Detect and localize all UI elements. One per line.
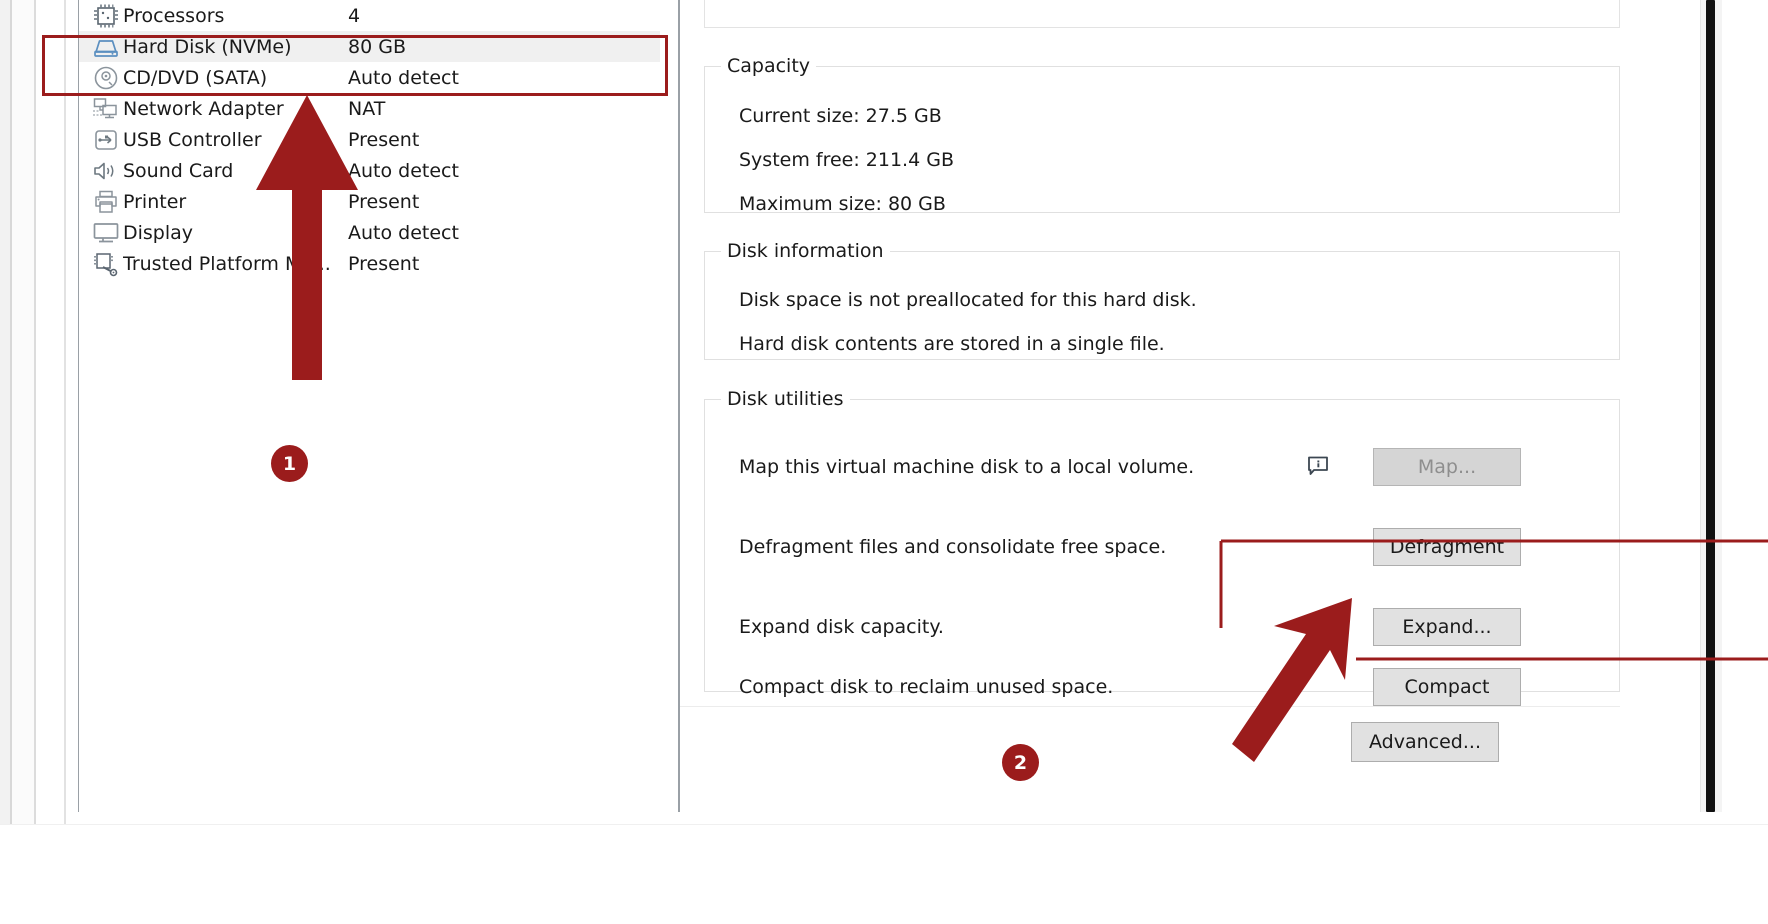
device-row-network-adapter[interactable]: Network Adapter NAT <box>79 93 660 124</box>
capacity-legend: Capacity <box>721 55 816 77</box>
processor-icon <box>89 1 123 31</box>
device-row-usb-controller[interactable]: USB Controller Present <box>79 124 660 155</box>
window-inner-strip <box>12 0 34 824</box>
cd-dvd-icon <box>89 63 123 93</box>
device-label: Printer <box>123 191 348 213</box>
pane-separator <box>680 706 1620 707</box>
device-row-trusted-platform-module[interactable]: Trusted Platform Mo... Present <box>79 248 660 279</box>
device-label: Network Adapter <box>123 98 348 120</box>
utility-label-defragment: Defragment files and consolidate free sp… <box>739 536 1166 558</box>
utility-label-expand: Expand disk capacity. <box>739 616 944 638</box>
dialog-padding <box>66 0 78 824</box>
utility-label-compact: Compact disk to reclaim unused space. <box>739 676 1113 698</box>
capacity-group: Capacity Current size: 27.5 GB System fr… <box>704 55 1620 213</box>
tpm-icon <box>89 249 123 279</box>
expand-button[interactable]: Expand... <box>1373 608 1521 646</box>
device-value: Present <box>348 253 419 275</box>
screenshot-root: Processors 4 Hard Disk (NVMe) 80 GB <box>0 0 1768 924</box>
panel-gap <box>660 0 678 812</box>
disk-info-line-2: Hard disk contents are stored in a singl… <box>739 333 1165 355</box>
page-bottom-margin <box>0 824 1768 924</box>
device-value: NAT <box>348 98 385 120</box>
device-value: Auto detect <box>348 160 459 182</box>
device-row-sound-card[interactable]: Sound Card Auto detect <box>79 155 660 186</box>
printer-icon <box>89 187 123 217</box>
disk-utilities-legend: Disk utilities <box>721 388 850 410</box>
device-row-cd-dvd[interactable]: CD/DVD (SATA) Auto detect <box>79 62 660 93</box>
usb-controller-icon <box>89 125 123 155</box>
defragment-button[interactable]: Defragment <box>1373 528 1521 566</box>
device-label: Hard Disk (NVMe) <box>123 36 348 58</box>
capacity-current-size: Current size: 27.5 GB <box>739 105 942 127</box>
device-value: Present <box>348 191 419 213</box>
device-label: Trusted Platform Mo... <box>123 253 348 275</box>
dialog-margin <box>36 0 64 824</box>
disk-information-group: Disk information Disk space is not preal… <box>704 240 1620 360</box>
device-label: Processors <box>123 5 348 27</box>
compact-button[interactable]: Compact <box>1373 668 1521 706</box>
vertical-scrollbar-thumb[interactable] <box>1706 0 1715 812</box>
utility-row-map: Map this virtual machine disk to a local… <box>725 443 1601 495</box>
hard-disk-icon <box>89 32 123 62</box>
device-value: 4 <box>348 5 360 27</box>
utility-row-defragment: Defragment files and consolidate free sp… <box>725 523 1601 575</box>
capacity-maximum-size: Maximum size: 80 GB <box>739 193 946 215</box>
info-balloon-icon[interactable] <box>1306 455 1332 479</box>
device-value: Auto detect <box>348 67 459 89</box>
outer-right-margin <box>1722 0 1768 824</box>
disk-information-legend: Disk information <box>721 240 890 262</box>
sound-card-icon <box>89 156 123 186</box>
display-icon <box>89 218 123 248</box>
utility-row-expand: Expand disk capacity. Expand... <box>725 603 1601 655</box>
device-row-printer[interactable]: Printer Present <box>79 186 660 217</box>
device-label: Sound Card <box>123 160 348 182</box>
device-label: USB Controller <box>123 129 348 151</box>
device-label: CD/DVD (SATA) <box>123 67 348 89</box>
disk-info-line-1: Disk space is not preallocated for this … <box>739 289 1197 311</box>
network-adapter-icon <box>89 94 123 124</box>
disk-utilities-group: Disk utilities Map this virtual machine … <box>704 388 1620 692</box>
upper-group-box <box>704 0 1620 28</box>
device-value: Present <box>348 129 419 151</box>
device-value: 80 GB <box>348 36 406 58</box>
advanced-button[interactable]: Advanced... <box>1351 722 1499 762</box>
device-list[interactable]: Processors 4 Hard Disk (NVMe) 80 GB <box>78 0 660 812</box>
page-bottom-edge <box>0 824 1768 825</box>
device-value: Auto detect <box>348 222 459 244</box>
map-button[interactable]: Map... <box>1373 448 1521 486</box>
utility-row-compact: Compact disk to reclaim unused space. Co… <box>725 663 1601 715</box>
device-row-hard-disk[interactable]: Hard Disk (NVMe) 80 GB <box>79 31 660 62</box>
utility-label-map: Map this virtual machine disk to a local… <box>739 456 1194 478</box>
window-edge-strip <box>0 0 10 824</box>
device-row-processors[interactable]: Processors 4 <box>79 0 660 31</box>
device-row-display[interactable]: Display Auto detect <box>79 217 660 248</box>
hard-disk-settings-pane: Capacity Current size: 27.5 GB System fr… <box>680 0 1700 812</box>
capacity-system-free: System free: 211.4 GB <box>739 149 954 171</box>
device-label: Display <box>123 222 348 244</box>
